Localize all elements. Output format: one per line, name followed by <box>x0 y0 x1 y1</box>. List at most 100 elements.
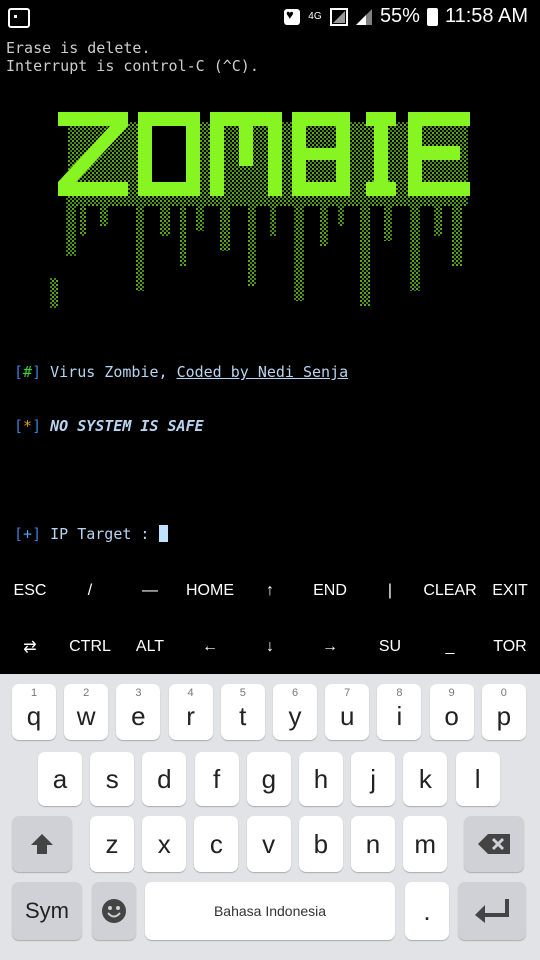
author-credit: Coded by Nedi Senja <box>176 363 349 381</box>
plus-marker: + <box>23 525 33 543</box>
terminal-line-interrupt: Interrupt is control-C (^C). <box>6 57 259 75</box>
banner: [#] Virus Zombie, Coded by Nedi Senja [*… <box>14 327 348 561</box>
extra-key-row2-7[interactable]: _ <box>420 618 480 675</box>
key-w[interactable]: 2w <box>64 684 109 740</box>
key-u[interactable]: 7u <box>325 684 370 740</box>
extra-key-row1-0[interactable]: ESC <box>0 562 60 619</box>
backspace-key[interactable] <box>464 816 524 872</box>
period-key[interactable]: . <box>405 882 449 940</box>
key-label: r <box>186 700 195 731</box>
key-hint: 6 <box>291 687 299 699</box>
key-f[interactable]: f <box>194 752 239 806</box>
key-j[interactable]: j <box>351 752 396 806</box>
emoji-icon <box>102 899 126 923</box>
key-e[interactable]: 3e <box>116 684 161 740</box>
extra-key-row2-4[interactable]: ↓ <box>240 618 300 675</box>
star-marker: * <box>23 417 33 435</box>
key-hint: 7 <box>344 687 351 699</box>
key-hint: 0 <box>500 687 507 699</box>
key-label: e <box>131 700 146 731</box>
key-i[interactable]: 8i <box>377 684 422 740</box>
key-label: p <box>496 700 512 731</box>
banner-line-motto: [*] NO SYSTEM IS SAFE <box>14 417 204 435</box>
key-label: u <box>339 700 355 731</box>
key-b[interactable]: b <box>298 816 343 872</box>
key-g[interactable]: g <box>246 752 291 806</box>
key-m[interactable]: m <box>403 816 448 872</box>
battery-percent: 55% <box>379 5 420 27</box>
enter-icon <box>475 899 509 923</box>
key-t[interactable]: 5t <box>220 684 265 740</box>
key-l[interactable]: l <box>455 752 500 806</box>
key-hint: 5 <box>239 687 246 699</box>
key-hint: 1 <box>30 687 38 699</box>
key-z[interactable]: z <box>90 816 134 872</box>
key-h[interactable]: h <box>299 752 343 806</box>
emoji-key[interactable] <box>92 882 136 940</box>
shift-icon <box>31 834 53 854</box>
key-o[interactable]: 9o <box>429 684 474 740</box>
key-d[interactable]: d <box>142 752 187 806</box>
space-key[interactable]: Bahasa Indonesia <box>145 882 395 940</box>
notification-heart-icon <box>283 7 300 25</box>
hash-marker: # <box>23 363 33 381</box>
key-n[interactable]: n <box>351 816 395 872</box>
extra-key-row1-4[interactable]: ↑ <box>240 562 300 619</box>
shift-key[interactable] <box>12 816 72 872</box>
backspace-icon <box>478 834 510 854</box>
signal-no-sim-icon <box>329 7 348 26</box>
key-x[interactable]: x <box>142 816 187 872</box>
key-c[interactable]: c <box>194 816 239 872</box>
sym-key[interactable]: Sym <box>12 882 82 940</box>
extra-key-row1-7[interactable]: CLEAR <box>420 562 480 619</box>
text-cursor[interactable] <box>158 525 168 542</box>
key-label: y <box>288 700 302 731</box>
status-bar: 4G 55% 11:58 AM <box>0 0 540 36</box>
key-q[interactable]: 1q <box>12 684 56 740</box>
terminal-output: Erase is delete. Interrupt is control-C … <box>6 39 259 75</box>
prompt-line[interactable]: [+] IP Target : <box>14 525 348 543</box>
key-k[interactable]: k <box>403 752 448 806</box>
zombie-logo <box>50 112 470 308</box>
clock: 11:58 AM <box>444 5 528 27</box>
motto: NO SYSTEM IS SAFE <box>50 417 204 435</box>
extra-key-row1-8[interactable]: EXIT <box>480 562 540 619</box>
extra-key-row1-2[interactable]: — <box>120 562 180 619</box>
key-label: o <box>444 700 459 731</box>
network-type-4g: 4G <box>308 11 322 22</box>
extra-key-row1-6[interactable]: | <box>360 562 420 619</box>
key-v[interactable]: v <box>246 816 291 872</box>
enter-key[interactable] <box>458 882 526 940</box>
banner-line-coded: [#] Virus Zombie, Coded by Nedi Senja <box>14 363 349 381</box>
extra-key-row2-8[interactable]: TOR <box>480 618 540 675</box>
battery-icon <box>426 7 438 26</box>
key-s[interactable]: s <box>90 752 135 806</box>
extra-key-row1-5[interactable]: END <box>300 562 360 619</box>
extra-key-row2-1[interactable]: CTRL <box>60 618 120 675</box>
key-label: t <box>239 700 247 731</box>
soft-keyboard: 1 q 2 w 3 e 4 r 5 t 6 y 7 u 8 i 9 o 0 p a s d f g h j k l z x c v b n m Sym B… <box>0 674 540 960</box>
extra-key-row2-3[interactable]: ← <box>180 618 240 675</box>
key-label: w <box>76 700 96 731</box>
extra-keys-row-1: ESC / — HOME ↑ END | CLEAR EXIT <box>0 562 540 619</box>
key-hint: 8 <box>396 687 403 699</box>
extra-key-row1-1[interactable]: / <box>60 562 120 619</box>
extra-key-row1-3[interactable]: HOME <box>180 562 240 619</box>
extra-key-row2-2[interactable]: ALT <box>120 618 180 675</box>
key-label: q <box>26 700 42 731</box>
signal-strength-icon <box>355 8 372 25</box>
extra-key-row2-5[interactable]: → <box>300 618 360 675</box>
terminal-line-erase: Erase is delete. <box>6 39 151 57</box>
key-a[interactable]: a <box>38 752 82 806</box>
key-p[interactable]: 0p <box>481 684 526 740</box>
ip-target-prompt: IP Target : <box>50 525 159 543</box>
key-hint: 4 <box>187 687 194 699</box>
key-r[interactable]: 4r <box>168 684 213 740</box>
key-y[interactable]: 6y <box>273 684 317 740</box>
virus-label: Virus Zombie, <box>50 363 177 381</box>
key-hint: 9 <box>448 687 455 699</box>
extra-key-row2-6[interactable]: SU <box>360 618 420 675</box>
status-icons: 4G 55% 11:58 AM <box>283 5 528 28</box>
key-hint: 3 <box>135 687 142 699</box>
extra-key-row2-0[interactable]: ⇄ <box>0 618 60 675</box>
